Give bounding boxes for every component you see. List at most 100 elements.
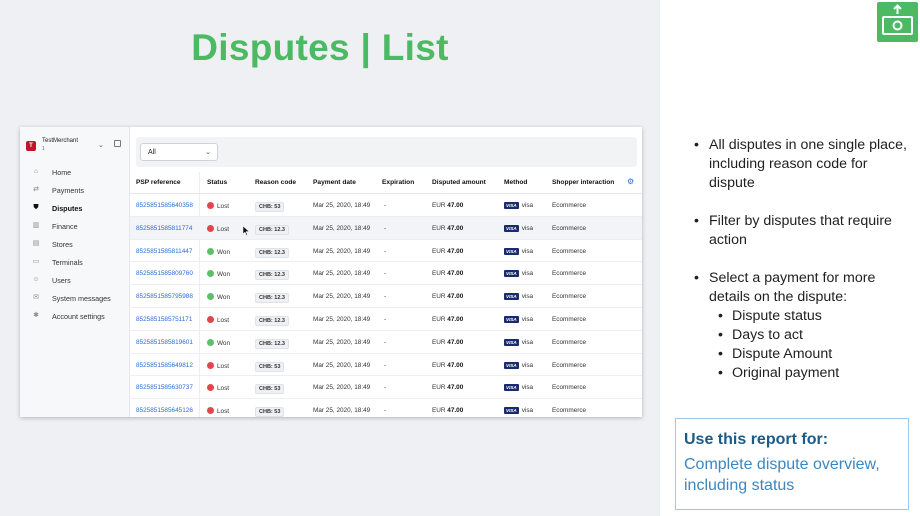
amount-value: 47.00 [447, 384, 464, 392]
payment-method: VISA visa [504, 361, 533, 369]
status-cell: Won [207, 247, 230, 256]
status-cell: Lost [207, 384, 229, 392]
table-row[interactable]: 8525851585630737 Lost CHB: 53 Mar 25, 2020,… [130, 376, 642, 400]
visa-logo-icon: VISA [504, 293, 519, 301]
status-cell: Lost [207, 202, 229, 210]
panel-toggle-icon[interactable] [114, 140, 121, 147]
payment-method: VISA visa [504, 407, 533, 415]
disputed-amount: EUR 47.00 [432, 407, 463, 414]
use-case-box: Use this report for: Complete dispute ov… [675, 418, 909, 510]
table-row[interactable]: 8525851585645126 Lost CHB: 53 Mar 25, 2020,… [130, 399, 642, 417]
use-case-body: Complete dispute overview, including sta… [684, 456, 880, 494]
table-row[interactable]: 8525851585795988 Won CHB: 12.3 Mar 25, 2020… [130, 285, 642, 308]
reason-code-cell: CHB: 12.3 [255, 338, 289, 349]
gear-icon[interactable]: ⚙ [627, 178, 635, 186]
chevron-down-icon: ⌄ [205, 149, 211, 156]
status-dot-icon [207, 361, 214, 369]
column-header[interactable]: Reason code [255, 179, 296, 186]
status-cell: Won [207, 293, 230, 301]
status-text: Lost [217, 203, 230, 210]
column-header[interactable]: Status [207, 179, 227, 186]
payment-date: Mar 25, 2020, 18:49 [313, 315, 371, 323]
reason-code-badge: CHB: 53 [255, 407, 285, 417]
disputed-amount: EUR 47.00 [432, 316, 463, 323]
shopper-interaction: Ecommerce [552, 407, 587, 415]
reason-code-cell: CHB: 53 [255, 407, 285, 417]
method-text: visa [521, 224, 534, 232]
table-row[interactable]: 8525851585751171 Lost CHB: 12.3 Mar 25, 202… [130, 308, 642, 331]
visa-logo-icon: VISA [504, 407, 519, 415]
method-text: visa [521, 338, 534, 346]
reason-code-cell: CHB: 12.3 [255, 293, 289, 304]
mouse-cursor-icon [242, 226, 250, 236]
amount-value: 47.00 [447, 270, 464, 278]
method-text: visa [521, 270, 534, 278]
psp-reference-link[interactable]: 8525851585649812 [136, 362, 193, 369]
psp-reference-link[interactable]: 8525851585645126 [136, 407, 193, 414]
status-dot-icon [207, 315, 214, 323]
filter-bar: All ⌄ [136, 137, 637, 167]
payment-date: Mar 25, 2020, 18:49 [313, 224, 371, 232]
payments-icon: ⇄ [33, 186, 39, 193]
merchant-switcher[interactable]: T TestMerchant 1 ⌄ [26, 138, 126, 158]
bar-chart-icon: ▥ [32, 222, 40, 229]
disputed-amount: EUR 47.00 [432, 225, 463, 232]
table-row[interactable]: 8525851585809760 Won CHB: 12.3 Mar 25, 2020… [130, 262, 642, 286]
psp-reference-link[interactable]: 8525851585630737 [136, 384, 193, 391]
amount-value: 47.00 [447, 293, 464, 301]
shopper-interaction: Ecommerce [552, 293, 587, 301]
column-header[interactable]: Shopper interaction [552, 179, 614, 186]
psp-reference-link[interactable]: 8525851585795988 [136, 293, 193, 300]
column-header[interactable]: Payment date [313, 179, 356, 186]
status-dot-icon [207, 407, 214, 415]
amount-value: 47.00 [447, 315, 464, 323]
psp-reference-link[interactable]: 8525851585640358 [136, 202, 193, 209]
status-dot-icon [207, 270, 214, 278]
merchant-badge: T [26, 141, 36, 151]
column-header[interactable]: PSP reference [136, 179, 181, 186]
shopper-interaction: Ecommerce [552, 338, 587, 346]
sidebar-item-label: Account settings [52, 312, 105, 321]
disputed-amount: EUR 47.00 [432, 270, 463, 277]
table-row[interactable]: 8525851585819601 Won CHB: 12.3 Mar 25, 2020… [130, 331, 642, 354]
sidebar-item-label: Home [52, 168, 72, 177]
reason-code-badge: CHB: 12.3 [255, 338, 289, 349]
status-text: Lost [217, 225, 230, 233]
chevron-down-icon[interactable]: ⌄ [98, 141, 104, 149]
use-case-heading: Use this report for: [684, 431, 829, 448]
table-row[interactable]: 8525851585811447 Won CHB: 12.3 Mar 25, 2020… [130, 240, 642, 263]
reason-code-badge: CHB: 53 [255, 202, 285, 212]
column-header[interactable]: Disputed amount [432, 179, 486, 186]
psp-reference-link[interactable]: 8525851585811774 [136, 225, 192, 232]
table-body: 8525851585640358 Lost CHB: 53 Mar 25, 2020,… [130, 194, 642, 417]
merchant-name: TestMerchant [42, 138, 79, 144]
psp-reference-link[interactable]: 8525851585751171 [136, 316, 192, 323]
status-text: Won [217, 294, 231, 302]
shopper-interaction: Ecommerce [552, 270, 587, 278]
psp-reference-link[interactable]: 8525851585811447 [136, 248, 192, 255]
table-row[interactable]: 8525851585640358 Lost CHB: 53 Mar 25, 2020,… [130, 194, 642, 217]
column-header[interactable]: Expiration [382, 179, 414, 186]
store-icon: ▤ [32, 240, 40, 247]
currency: EUR [432, 315, 446, 323]
expiration: - [384, 338, 387, 346]
shopper-interaction: Ecommerce [552, 315, 587, 323]
slide-title: Disputes | List [191, 27, 449, 68]
expiration: - [384, 361, 387, 369]
table-row[interactable]: 8525851585811774 Lost CHB: 12.3 Mar 25, 202… [130, 216, 642, 240]
amount-value: 47.00 [447, 202, 464, 209]
status-filter-select[interactable]: All ⌄ [140, 143, 218, 161]
psp-reference-link[interactable]: 8525851585819601 [136, 339, 193, 346]
visa-logo-icon: VISA [504, 224, 519, 232]
currency: EUR [432, 361, 446, 369]
reason-code-cell: CHB: 12.3 [255, 224, 289, 235]
reason-code-cell: CHB: 53 [255, 361, 285, 372]
status-cell: Lost [207, 315, 229, 324]
disputed-amount: EUR 47.00 [432, 202, 463, 209]
table-row[interactable]: 8525851585649812 Lost CHB: 53 Mar 25, 2020,… [130, 354, 642, 377]
column-header[interactable]: Method [504, 179, 527, 186]
status-cell: Lost [207, 407, 229, 415]
merchant-sub: 1 [42, 146, 45, 152]
amount-value: 47.00 [447, 407, 464, 415]
psp-reference-link[interactable]: 8525851585809760 [136, 270, 193, 277]
